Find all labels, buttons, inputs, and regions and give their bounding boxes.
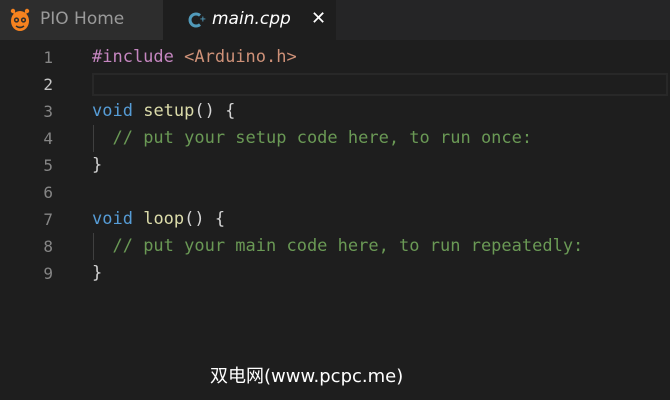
tab-pio-home-label: PIO Home xyxy=(40,9,125,29)
line-number: 5 xyxy=(43,156,53,175)
code-token-function: setup xyxy=(143,101,195,121)
tab-pio-home[interactable]: PIO Home xyxy=(0,0,163,40)
code-token-punct: () { xyxy=(194,101,236,121)
line-number: 9 xyxy=(43,264,53,283)
code-token-keyword: void xyxy=(92,209,133,229)
code-line[interactable]: 5} xyxy=(0,152,670,179)
code-text: } xyxy=(92,260,102,287)
code-token-comment: // put your setup code here, to run once… xyxy=(112,128,533,148)
code-token-directive: #include xyxy=(92,47,174,67)
line-number: 3 xyxy=(43,102,53,121)
line-number: 4 xyxy=(43,129,53,148)
code-line[interactable]: 1 #include <Arduino.h> xyxy=(0,44,670,71)
code-line[interactable]: 7 void loop() { xyxy=(0,206,670,233)
code-token-punct xyxy=(174,47,184,67)
line-number: 7 xyxy=(43,210,53,229)
code-line[interactable]: 8 // put your main code here, to run rep… xyxy=(0,233,670,260)
code-text: // put your setup code here, to run once… xyxy=(92,125,532,152)
code-token-punct: } xyxy=(92,155,103,175)
watermark-text: 双电网(www.pcpc.me) xyxy=(210,366,404,387)
code-line[interactable]: 4 // put your setup code here, to run on… xyxy=(0,125,670,152)
tab-main-cpp-label: main.cpp xyxy=(212,9,291,29)
code-line[interactable]: 9} xyxy=(0,260,670,287)
code-token-punct: () { xyxy=(184,209,226,229)
code-text: #include <Arduino.h> xyxy=(92,44,297,71)
code-token-punct xyxy=(92,128,112,148)
code-editor[interactable]: 1 #include <Arduino.h> 2 3 void setup() {4 /… xyxy=(0,44,670,400)
close-icon[interactable]: ✕ xyxy=(311,9,326,29)
cpp-file-icon: + xyxy=(188,12,207,28)
code-token-keyword: void xyxy=(92,101,133,121)
line-number: 2 xyxy=(43,75,53,94)
code-line[interactable]: 6 xyxy=(0,179,670,206)
code-text: } xyxy=(92,152,102,179)
line-number: 8 xyxy=(43,237,53,256)
line-number: 1 xyxy=(43,48,53,67)
code-token-function: loop xyxy=(143,209,185,229)
tab-main-cpp[interactable]: + main.cpp ✕ xyxy=(163,0,336,40)
code-text: void loop() { xyxy=(92,206,225,233)
code-token-punct xyxy=(133,209,143,229)
line-number: 6 xyxy=(43,183,53,202)
code-token-punct xyxy=(133,101,143,121)
code-token-punct xyxy=(92,236,112,256)
code-text: void setup() { xyxy=(92,98,235,125)
code-token-string: <Arduino.h> xyxy=(184,47,297,67)
code-line[interactable]: 3 void setup() { xyxy=(0,98,670,125)
code-text: // put your main code here, to run repea… xyxy=(92,233,583,260)
tab-bar: PIO Home + main.cpp ✕ xyxy=(0,0,670,40)
platformio-alien-icon xyxy=(10,8,30,31)
code-token-punct: } xyxy=(92,263,103,283)
code-token-comment: // put your main code here, to run repea… xyxy=(112,236,584,256)
svg-text:+: + xyxy=(200,15,207,24)
code-line[interactable]: 2 xyxy=(0,71,670,98)
